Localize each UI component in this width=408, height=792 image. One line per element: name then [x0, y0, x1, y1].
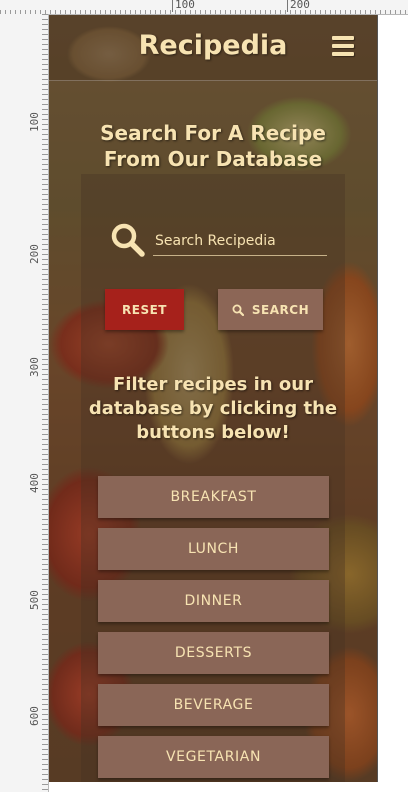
ruler-label-200: 200 — [287, 0, 310, 12]
filter-prompt: Filter recipes in our database by clicki… — [88, 374, 338, 443]
vegetarian-button[interactable]: VEGETARIAN — [98, 736, 329, 778]
search-bar — [111, 219, 327, 263]
reset-button[interactable]: RESET — [105, 289, 184, 330]
ruler-label-500: 500 — [28, 590, 41, 610]
ruler-label-300: 300 — [28, 357, 41, 377]
ruler-label-400: 400 — [28, 473, 41, 493]
search-button[interactable]: SEARCH — [218, 289, 323, 330]
lunch-button[interactable]: LUNCH — [98, 528, 329, 570]
horizontal-ruler: 100 200 — [0, 0, 408, 15]
search-input[interactable] — [153, 227, 327, 256]
ruler-label-200: 200 — [28, 244, 41, 264]
search-headline: Search For A Recipe From Our Database — [100, 121, 326, 171]
search-button-label: SEARCH — [251, 302, 310, 317]
breakfast-button[interactable]: BREAKFAST — [98, 476, 329, 518]
navbar: Recipedia — [49, 14, 377, 81]
desserts-button[interactable]: DESSERTS — [98, 632, 329, 674]
vertical-ruler: 100 200 300 400 500 600 — [0, 14, 49, 792]
app-title[interactable]: Recipedia — [49, 30, 377, 61]
beverage-button[interactable]: BEVERAGE — [98, 684, 329, 726]
ruler-label-600: 600 — [28, 706, 41, 726]
app-viewport: Recipedia Search For A Recipe From Our D… — [49, 14, 378, 782]
dinner-button[interactable]: DINNER — [98, 580, 329, 622]
ruler-label-100: 100 — [28, 112, 41, 132]
search-icon — [232, 304, 244, 316]
ruler-label-100: 100 — [172, 0, 195, 12]
hamburger-menu-icon[interactable] — [332, 36, 358, 58]
magnifier-icon — [111, 223, 145, 257]
